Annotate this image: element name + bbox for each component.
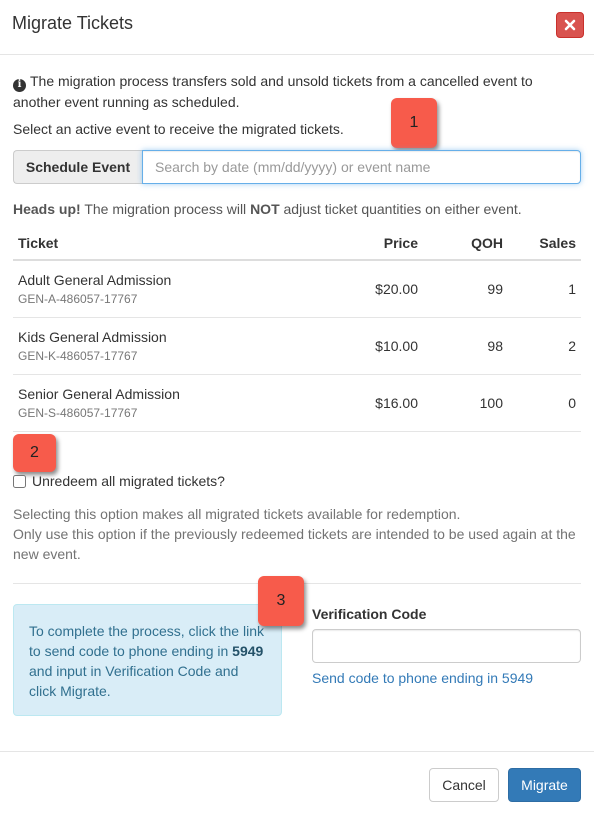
qoh-cell: 100 — [423, 374, 508, 432]
select-event-instruction: Select an active event to receive the mi… — [13, 121, 344, 137]
alert-phone-suffix: 5949 — [232, 643, 264, 659]
alert-text-1: To complete the process, click the link … — [29, 623, 264, 659]
ticket-code: GEN-S-486057-17767 — [18, 406, 138, 420]
close-icon — [564, 19, 576, 31]
table-row: Adult General Admission GEN-A-486057-177… — [13, 260, 581, 318]
callout-badge-3: 3 — [258, 576, 304, 626]
modal-footer: Cancel Migrate — [0, 751, 594, 815]
heads-up-note: Heads up! The migration process will NOT… — [13, 201, 522, 217]
send-code-link[interactable]: Send code to phone ending in 5949 — [312, 670, 533, 686]
price-cell: $20.00 — [313, 260, 423, 318]
sales-cell: 1 — [508, 260, 581, 318]
unredeem-help-line-1: Selecting this option makes all migrated… — [13, 506, 461, 522]
col-qoh: QOH — [423, 226, 508, 261]
sales-cell: 0 — [508, 374, 581, 432]
info-circle-icon: i — [13, 78, 26, 92]
migrate-button[interactable]: Migrate — [508, 768, 581, 802]
schedule-event-group: Schedule Event — [13, 150, 581, 184]
unredeem-help: Selecting this option makes all migrated… — [13, 504, 583, 564]
col-sales: Sales — [508, 226, 581, 261]
migration-info: i The migration process transfers sold an… — [13, 71, 573, 112]
cancel-button[interactable]: Cancel — [429, 768, 499, 802]
modal-header: Migrate Tickets — [0, 0, 594, 55]
ticket-cell: Adult General Admission GEN-A-486057-177… — [13, 260, 313, 318]
event-search-input[interactable] — [142, 150, 581, 184]
ticket-cell: Kids General Admission GEN-K-486057-1776… — [13, 317, 313, 375]
modal-title: Migrate Tickets — [12, 13, 134, 33]
price-cell: $10.00 — [313, 317, 423, 375]
heads-up-text-2: adjust ticket quantities on either event… — [279, 201, 522, 217]
qoh-cell: 98 — [423, 317, 508, 375]
price-cell: $16.00 — [313, 374, 423, 432]
verification-code-label: Verification Code — [312, 606, 427, 622]
callout-badge-2: 2 — [13, 434, 56, 472]
ticket-code: GEN-A-486057-17767 — [18, 292, 138, 307]
ticket-name: Kids General Admission — [18, 329, 167, 345]
heads-up-label: Heads up! — [13, 201, 81, 217]
verification-code-input[interactable] — [312, 629, 581, 663]
qoh-cell: 99 — [423, 260, 508, 318]
unredeem-checkbox[interactable] — [13, 474, 26, 488]
unredeem-help-line-2: Only use this option if the previously r… — [13, 526, 576, 562]
callout-badge-1: 1 — [391, 98, 437, 148]
col-ticket: Ticket — [13, 226, 313, 261]
unredeem-label: Unredeem all migrated tickets? — [32, 473, 225, 489]
schedule-event-addon: Schedule Event — [13, 150, 142, 184]
table-header-row: Ticket Price QOH Sales — [13, 226, 581, 261]
table-row: Kids General Admission GEN-K-486057-1776… — [13, 317, 581, 375]
migrate-tickets-modal: Migrate Tickets i The migration process t… — [0, 0, 594, 815]
close-button[interactable] — [556, 12, 584, 38]
heads-up-emphasis: NOT — [250, 201, 280, 217]
ticket-cell: Senior General Admission GEN-S-486057-17… — [13, 374, 313, 432]
migration-info-text: The migration process transfers sold and… — [13, 73, 533, 110]
ticket-name: Senior General Admission — [18, 386, 180, 402]
table-row: Senior General Admission GEN-S-486057-17… — [13, 374, 581, 432]
ticket-code: GEN-K-486057-17767 — [18, 349, 138, 363]
heads-up-text-1: The migration process will — [80, 201, 251, 217]
ticket-name: Adult General Admission — [18, 272, 172, 289]
alert-text-2: and input in Verification Code and click… — [29, 663, 239, 699]
tickets-table: Ticket Price QOH Sales Adult General Adm… — [13, 226, 581, 432]
sales-cell: 2 — [508, 317, 581, 375]
col-price: Price — [313, 226, 423, 261]
verification-info-alert: To complete the process, click the link … — [13, 604, 282, 716]
unredeem-option[interactable]: Unredeem all migrated tickets? — [13, 473, 225, 489]
